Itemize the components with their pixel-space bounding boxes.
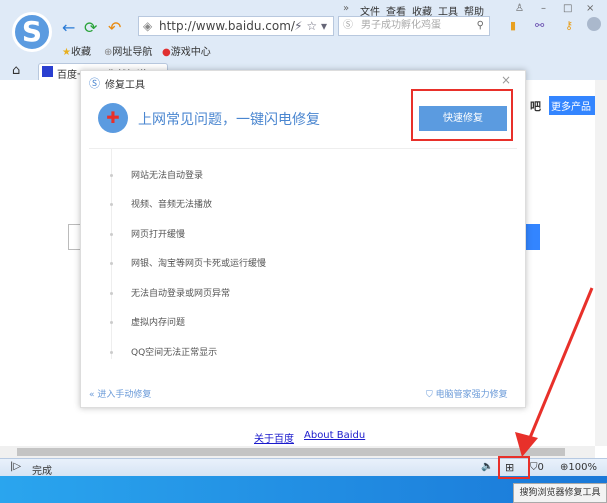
red-arrow — [515, 287, 594, 457]
